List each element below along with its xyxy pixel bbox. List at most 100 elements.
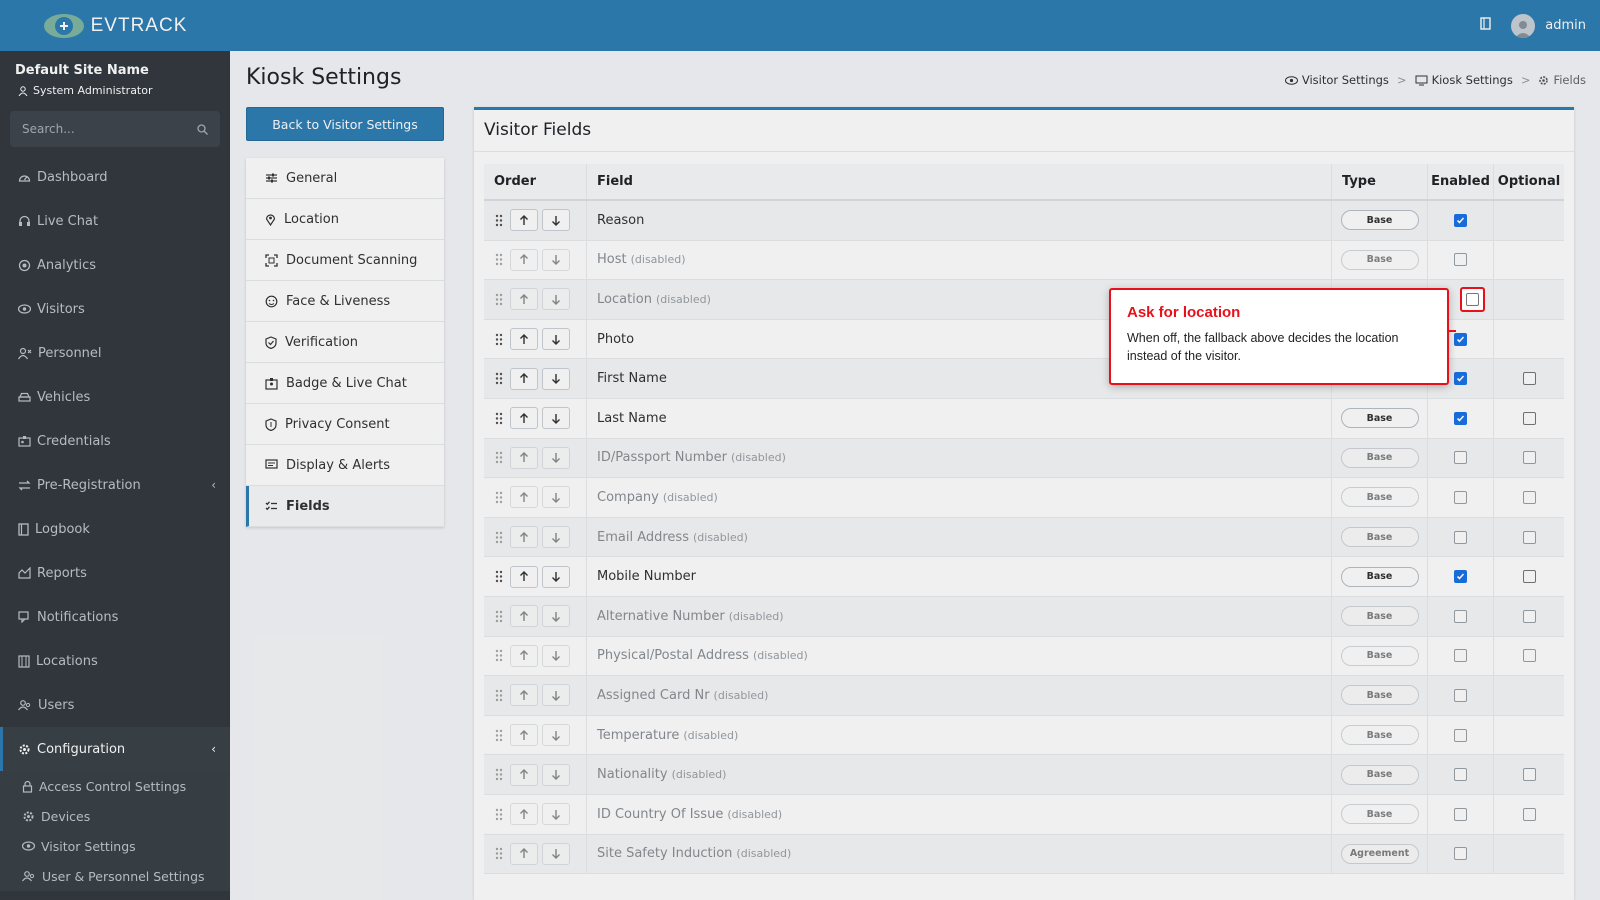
sidebar-subitem-access-control-settings[interactable]: Access Control Settings <box>0 771 230 801</box>
move-up-button[interactable] <box>510 367 538 390</box>
sidebar-item-users[interactable]: Users <box>0 683 230 727</box>
sidebar-item-logbook[interactable]: Logbook <box>0 507 230 551</box>
optional-checkbox[interactable] <box>1522 649 1536 663</box>
settings-menu-general[interactable]: General <box>246 158 444 199</box>
sidebar-item-analytics[interactable]: Analytics <box>0 243 230 287</box>
drag-handle-icon[interactable] <box>492 372 506 385</box>
enabled-checkbox[interactable] <box>1454 728 1467 742</box>
optional-checkbox[interactable] <box>1522 451 1536 465</box>
sidebar-subitem-user-personnel-settings[interactable]: User & Personnel Settings <box>0 861 230 891</box>
breadcrumb-visitor-settings[interactable]: Visitor Settings <box>1284 73 1389 87</box>
drag-handle-icon[interactable] <box>492 847 506 860</box>
enabled-checkbox[interactable] <box>1454 768 1467 782</box>
move-down-button[interactable] <box>542 724 570 747</box>
optional-checkbox[interactable] <box>1522 490 1536 504</box>
drag-handle-icon[interactable] <box>492 649 506 662</box>
move-down-button[interactable] <box>542 644 570 667</box>
move-up-button[interactable] <box>510 209 538 232</box>
enabled-checkbox[interactable] <box>1454 372 1467 386</box>
move-up-button[interactable] <box>510 684 538 707</box>
move-up-button[interactable] <box>510 248 538 271</box>
enabled-checkbox[interactable] <box>1454 530 1467 544</box>
move-up-button[interactable] <box>510 407 538 430</box>
enabled-checkbox[interactable] <box>1454 213 1467 227</box>
drag-handle-icon[interactable] <box>492 412 506 425</box>
move-down-button[interactable] <box>542 565 570 588</box>
move-down-button[interactable] <box>542 288 570 311</box>
sidebar-item-configuration[interactable]: Configuration ‹ <box>0 727 230 771</box>
sidebar-search[interactable]: Search... <box>10 111 220 147</box>
user-menu[interactable]: admin <box>1511 13 1586 38</box>
move-up-button[interactable] <box>510 724 538 747</box>
search-input[interactable]: Search... <box>22 122 75 136</box>
sidebar-item-credentials[interactable]: Credentials <box>0 419 230 463</box>
settings-menu-fields[interactable]: Fields <box>246 486 444 527</box>
move-up-button[interactable] <box>510 446 538 469</box>
move-down-button[interactable] <box>542 328 570 351</box>
enabled-checkbox[interactable] <box>1454 253 1467 267</box>
sidebar-item-personnel[interactable]: Personnel <box>0 331 230 375</box>
settings-menu-document-scanning[interactable]: Document Scanning <box>246 240 444 281</box>
settings-menu-privacy-consent[interactable]: Privacy Consent <box>246 404 444 445</box>
location-enabled-checkbox[interactable] <box>1466 293 1479 306</box>
move-up-button[interactable] <box>510 763 538 786</box>
drag-handle-icon[interactable] <box>492 729 506 742</box>
sidebar-subitem-visitor-settings[interactable]: Visitor Settings <box>0 831 230 861</box>
move-up-button[interactable] <box>510 644 538 667</box>
move-down-button[interactable] <box>542 684 570 707</box>
move-up-button[interactable] <box>510 328 538 351</box>
move-down-button[interactable] <box>542 605 570 628</box>
move-down-button[interactable] <box>542 209 570 232</box>
move-down-button[interactable] <box>542 763 570 786</box>
optional-checkbox[interactable] <box>1522 768 1536 782</box>
settings-menu-display-alerts[interactable]: Display & Alerts <box>246 445 444 486</box>
move-down-button[interactable] <box>542 367 570 390</box>
enabled-checkbox[interactable] <box>1454 570 1467 584</box>
drag-handle-icon[interactable] <box>492 610 506 623</box>
drag-handle-icon[interactable] <box>492 531 506 544</box>
drag-handle-icon[interactable] <box>492 570 506 583</box>
move-down-button[interactable] <box>542 407 570 430</box>
drag-handle-icon[interactable] <box>492 293 506 306</box>
sidebar-item-vehicles[interactable]: Vehicles <box>0 375 230 419</box>
move-down-button[interactable] <box>542 526 570 549</box>
breadcrumb-kiosk-settings[interactable]: Kiosk Settings <box>1415 73 1513 87</box>
move-up-button[interactable] <box>510 565 538 588</box>
sidebar-subitem-devices[interactable]: Devices <box>0 801 230 831</box>
optional-checkbox[interactable] <box>1522 807 1536 821</box>
book-icon[interactable] <box>1480 17 1491 34</box>
drag-handle-icon[interactable] <box>492 491 506 504</box>
settings-menu-badge-live-chat[interactable]: Badge & Live Chat <box>246 363 444 404</box>
back-to-visitor-settings-button[interactable]: Back to Visitor Settings <box>246 107 444 141</box>
settings-menu-face-liveness[interactable]: Face & Liveness <box>246 281 444 322</box>
move-down-button[interactable] <box>542 486 570 509</box>
optional-checkbox[interactable] <box>1522 570 1536 584</box>
enabled-checkbox[interactable] <box>1454 451 1467 465</box>
enabled-checkbox[interactable] <box>1454 688 1467 702</box>
sidebar-item-dashboard[interactable]: Dashboard <box>0 155 230 199</box>
sidebar-item-pre-registration[interactable]: Pre-Registration ‹ <box>0 463 230 507</box>
drag-handle-icon[interactable] <box>492 768 506 781</box>
drag-handle-icon[interactable] <box>492 808 506 821</box>
drag-handle-icon[interactable] <box>492 689 506 702</box>
search-icon[interactable] <box>197 123 208 135</box>
move-down-button[interactable] <box>542 248 570 271</box>
move-up-button[interactable] <box>510 486 538 509</box>
location-enabled-checkbox-highlight[interactable] <box>1460 287 1485 312</box>
move-up-button[interactable] <box>510 605 538 628</box>
optional-checkbox[interactable] <box>1522 411 1536 425</box>
enabled-checkbox[interactable] <box>1454 490 1467 504</box>
move-up-button[interactable] <box>510 288 538 311</box>
sidebar-item-locations[interactable]: Locations <box>0 639 230 683</box>
sidebar-item-reports[interactable]: Reports <box>0 551 230 595</box>
drag-handle-icon[interactable] <box>492 451 506 464</box>
settings-menu-verification[interactable]: Verification <box>246 322 444 363</box>
sidebar-item-notifications[interactable]: Notifications <box>0 595 230 639</box>
enabled-checkbox[interactable] <box>1454 847 1467 861</box>
enabled-checkbox[interactable] <box>1454 807 1467 821</box>
move-up-button[interactable] <box>510 803 538 826</box>
settings-menu-location[interactable]: Location <box>246 199 444 240</box>
enabled-checkbox[interactable] <box>1454 649 1467 663</box>
drag-handle-icon[interactable] <box>492 214 506 227</box>
move-up-button[interactable] <box>510 842 538 865</box>
